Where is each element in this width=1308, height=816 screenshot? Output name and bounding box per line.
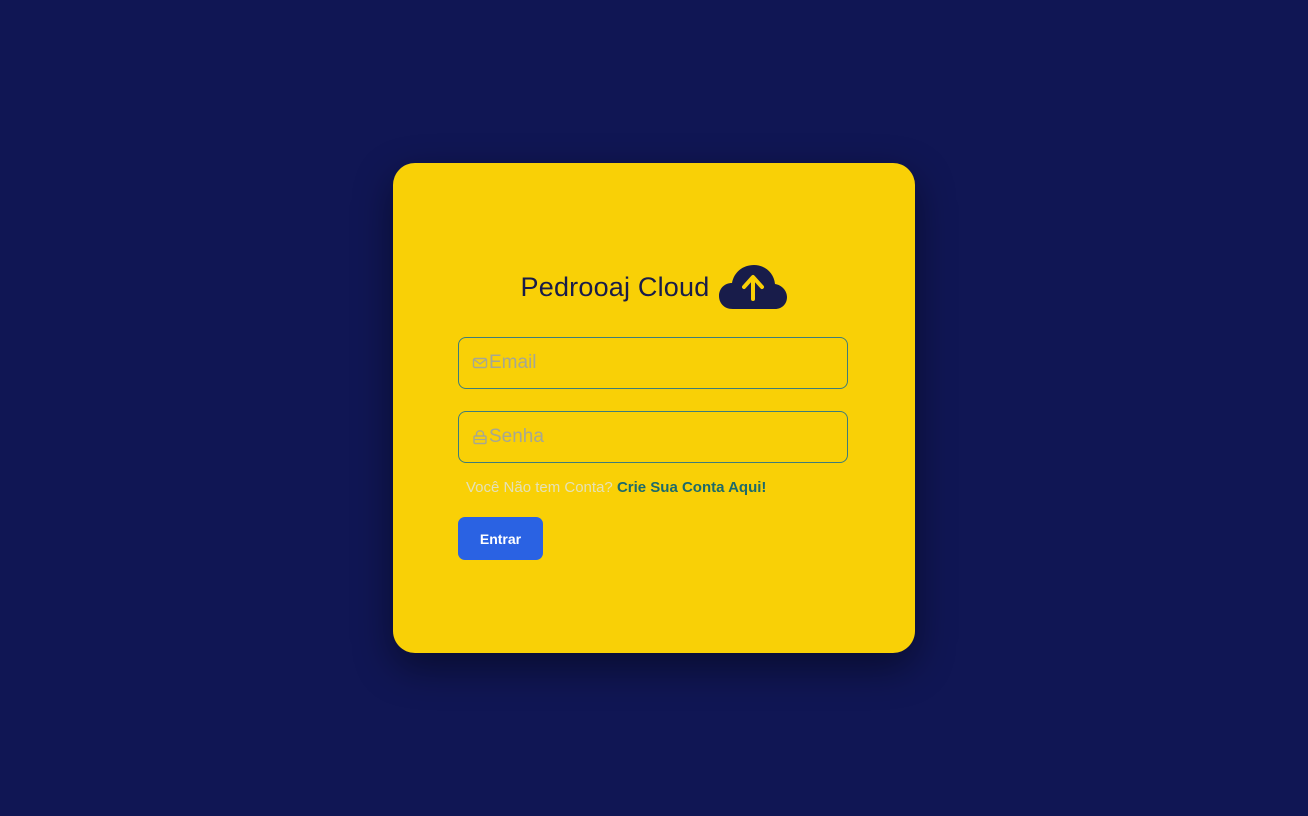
brand-header: Pedrooaj Cloud: [393, 263, 915, 311]
signup-question: Você Não tem Conta?: [466, 479, 613, 496]
mail-icon: [472, 355, 488, 371]
login-button[interactable]: Entrar: [458, 517, 543, 560]
password-input[interactable]: [489, 426, 829, 448]
password-field[interactable]: [458, 411, 848, 463]
cloud-upload-icon: [719, 263, 788, 311]
signup-prompt: Você Não tem Conta? Crie Sua Conta Aqui!: [466, 479, 766, 496]
login-card: Pedrooaj Cloud Você Não tem Co: [393, 163, 915, 653]
app-title: Pedrooaj Cloud: [520, 271, 710, 302]
signup-link[interactable]: Crie Sua Conta Aqui!: [617, 479, 766, 496]
email-input[interactable]: [489, 352, 829, 374]
email-field[interactable]: [458, 337, 848, 389]
lock-icon: [472, 429, 488, 445]
